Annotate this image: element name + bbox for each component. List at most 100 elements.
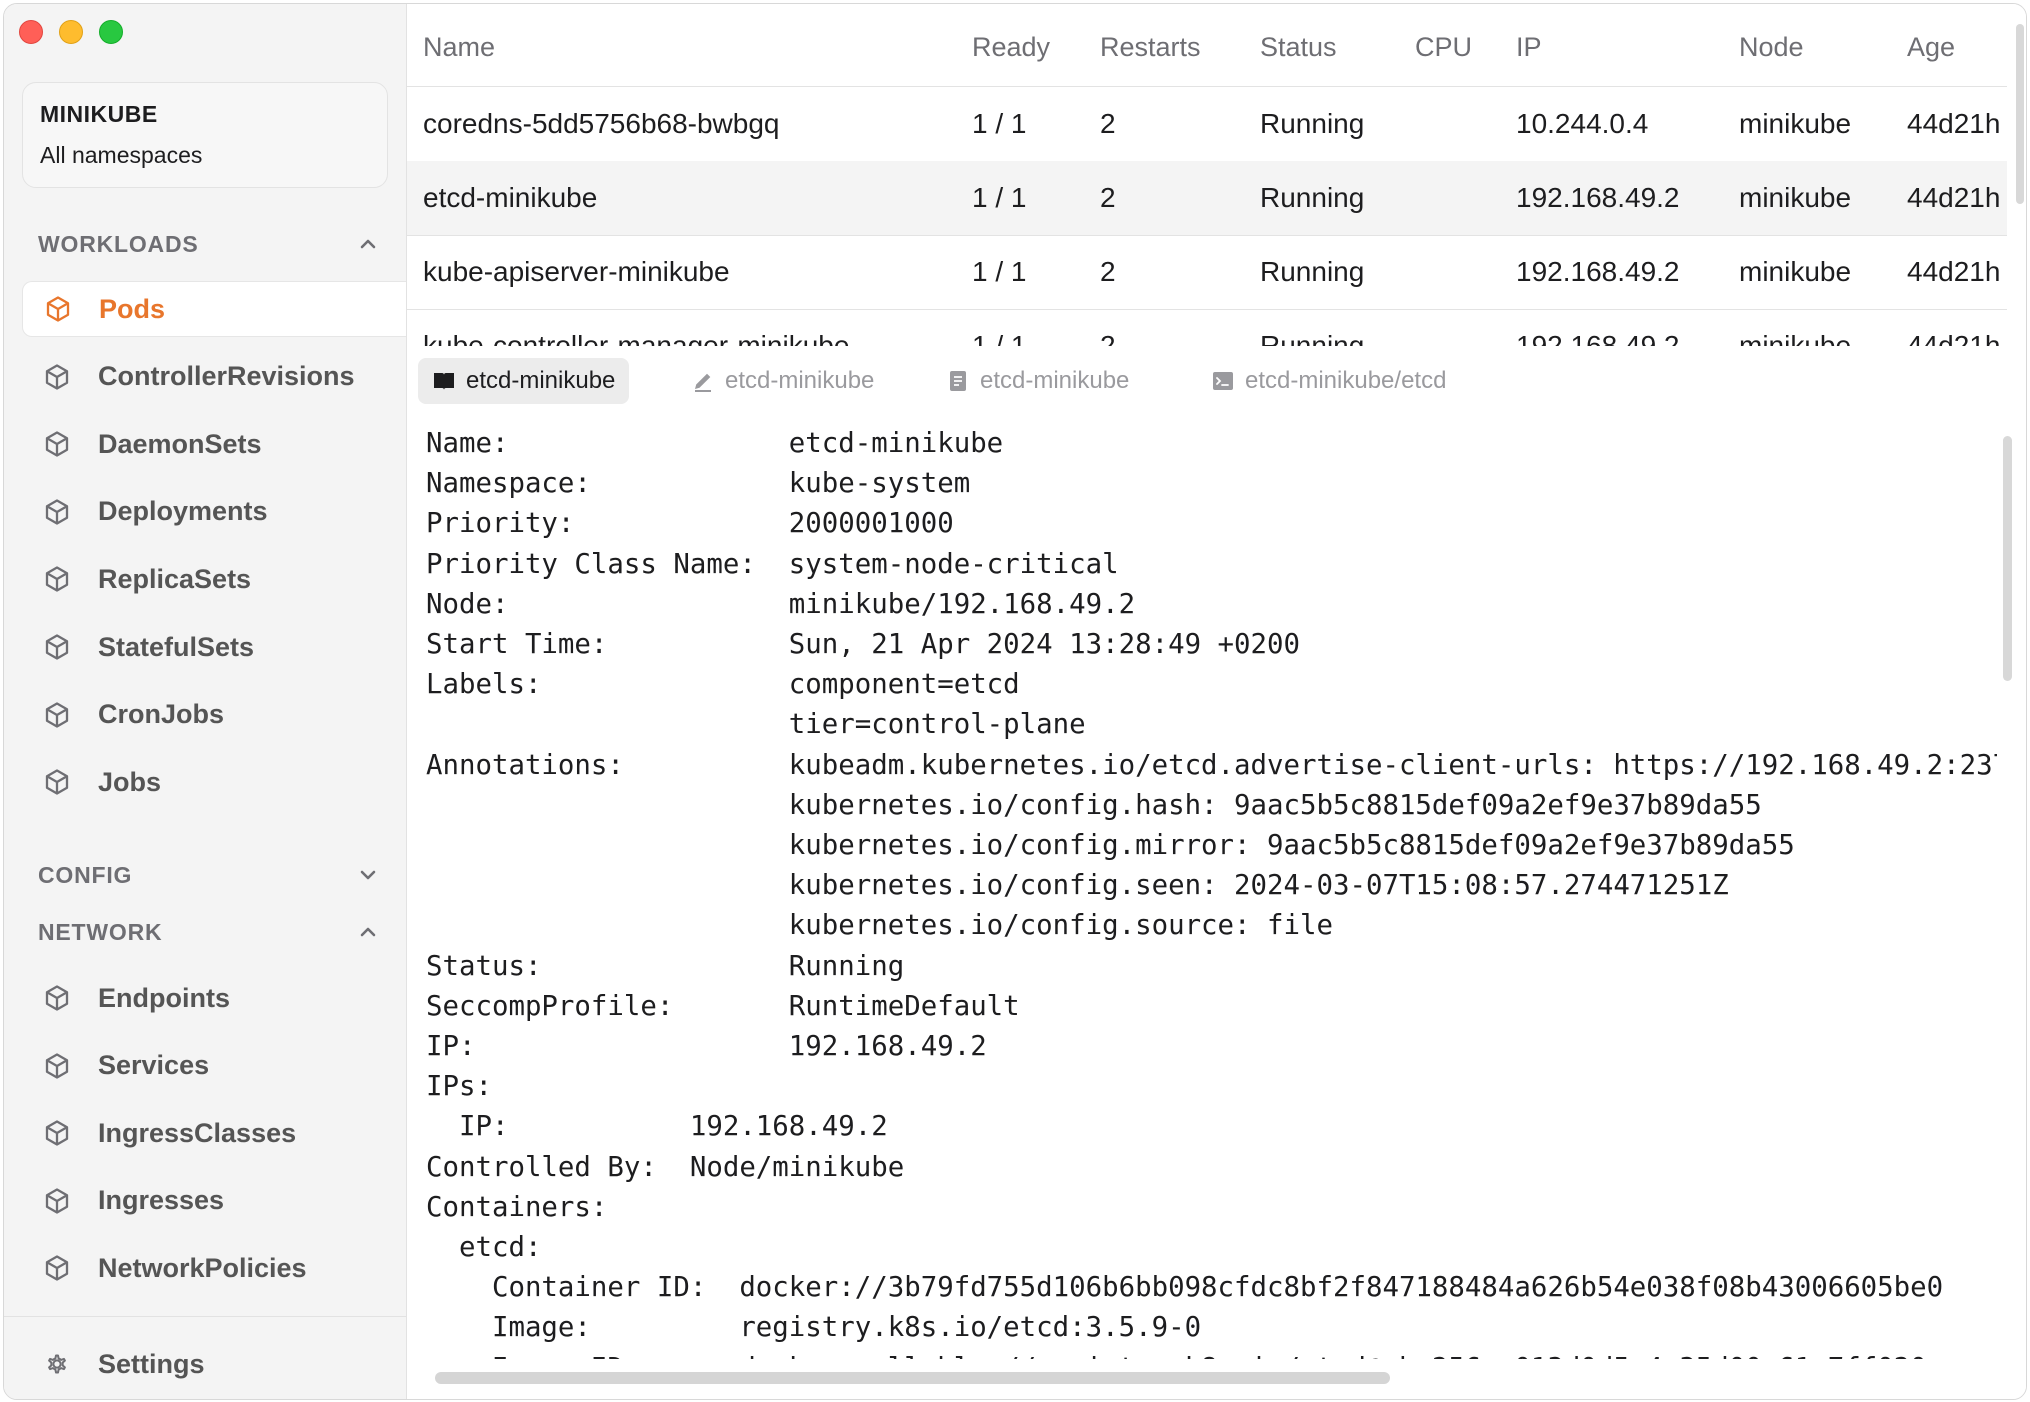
cell-age: 44d21h — [1907, 330, 2001, 346]
tab-label: etcd-minikube — [980, 367, 1130, 394]
cell-status: Running — [1260, 330, 1365, 346]
sidebar-item-statefulsets[interactable]: StatefulSets — [22, 619, 406, 675]
cell-node: minikube — [1739, 256, 1852, 287]
cell-status: Running — [1260, 108, 1365, 139]
cell-restarts: 2 — [1100, 108, 1116, 139]
cube-icon — [42, 1253, 72, 1283]
sidebar-item-daemonsets[interactable]: DaemonSets — [22, 416, 406, 472]
column-header-age[interactable]: Age — [1907, 32, 1955, 63]
table-header: Name Ready Restarts Status CPU IP Node Age — [407, 4, 2007, 87]
section-network[interactable]: NETWORK — [38, 917, 380, 947]
sidebar-item-endpoints[interactable]: Endpoints — [22, 970, 406, 1026]
sidebar-item-label: Services — [98, 1050, 210, 1081]
sidebar-item-controllerrevisions[interactable]: ControllerRevisions — [22, 349, 406, 405]
sidebar-item-jobs[interactable]: Jobs — [22, 754, 406, 810]
main-panel: Name Ready Restarts Status CPU IP Node Age core… — [407, 4, 2026, 1399]
sidebar-item-deployments[interactable]: Deployments — [22, 484, 406, 540]
cell-age: 44d21h — [1907, 108, 2001, 139]
column-header-status[interactable]: Status — [1260, 32, 1337, 63]
sidebar-item-cronjobs[interactable]: CronJobs — [22, 687, 406, 743]
cell-name: kube-apiserver-minikube — [423, 256, 730, 287]
describe-output: Name: etcd-minikube Namespace: kube-syst… — [407, 424, 1997, 1359]
cell-ip: 192.168.49.2 — [1516, 256, 1680, 287]
tab-label: etcd-minikube — [466, 367, 616, 394]
gear-icon — [42, 1349, 72, 1379]
tab-terminal[interactable]: etcd-minikube/etcd — [1197, 358, 1460, 404]
describe-vertical-scrollbar[interactable] — [2003, 436, 2012, 681]
pods-table: Name Ready Restarts Status CPU IP Node Age core… — [407, 4, 2026, 346]
cell-ip: 10.244.0.4 — [1516, 108, 1649, 139]
terminal-icon — [1211, 369, 1235, 393]
column-header-name[interactable]: Name — [423, 32, 495, 63]
tab-document[interactable]: etcd-minikube — [932, 358, 1143, 404]
column-header-ready[interactable]: Ready — [972, 32, 1050, 63]
section-config[interactable]: CONFIG — [38, 860, 380, 890]
app-window: MINIKUBE All namespaces WORKLOADS Pods Co… — [3, 3, 2027, 1400]
chevron-up-icon[interactable] — [356, 232, 380, 256]
sidebar-item-ingressclasses[interactable]: IngressClasses — [22, 1105, 406, 1161]
cluster-selector[interactable]: MINIKUBE All namespaces — [22, 82, 388, 188]
column-header-restarts[interactable]: Restarts — [1100, 32, 1201, 63]
describe-text: Name: etcd-minikube Namespace: kube-syst… — [426, 428, 1997, 1359]
cell-ready: 1 / 1 — [972, 108, 1027, 139]
tab-label: etcd-minikube/etcd — [1245, 367, 1447, 394]
cell-name: etcd-minikube — [423, 182, 598, 213]
sidebar-item-label: Pods — [99, 293, 166, 324]
sidebar-item-pods[interactable]: Pods — [22, 281, 406, 337]
column-header-ip[interactable]: IP — [1516, 32, 1542, 63]
table-row[interactable]: coredns-5dd5756b68-bwbgq 1 / 1 2 Running 10.… — [407, 87, 2007, 162]
cube-icon — [42, 767, 72, 797]
sidebar-item-ingresses[interactable]: Ingresses — [22, 1173, 406, 1229]
describe-horizontal-scrollbar[interactable] — [435, 1372, 1390, 1384]
table-row[interactable]: etcd-minikube 1 / 1 2 Running 192.168.49.2 mi… — [407, 161, 2007, 236]
cell-name: kube-controller-manager-minikube — [423, 330, 850, 346]
sidebar-item-label: StatefulSets — [98, 631, 255, 662]
maximize-window-button[interactable] — [99, 20, 123, 44]
cell-name: coredns-5dd5756b68-bwbgq — [423, 108, 780, 139]
section-network-label: NETWORK — [38, 918, 163, 945]
sidebar-item-label: Ingresses — [98, 1185, 225, 1216]
table-row[interactable]: kube-apiserver-minikube 1 / 1 2 Running 192.… — [407, 235, 2007, 310]
sidebar-item-label: NetworkPolicies — [98, 1252, 307, 1283]
cell-restarts: 2 — [1100, 256, 1116, 287]
close-window-button[interactable] — [19, 20, 43, 44]
sidebar: MINIKUBE All namespaces WORKLOADS Pods Co… — [4, 4, 407, 1399]
tab-pencil[interactable]: etcd-minikube — [677, 358, 888, 404]
cube-icon — [42, 497, 72, 527]
cell-node: minikube — [1739, 330, 1852, 346]
sidebar-item-settings[interactable]: Settings — [22, 1336, 406, 1392]
sidebar-item-label: DaemonSets — [98, 428, 262, 459]
cell-ready: 1 / 1 — [972, 256, 1027, 287]
table-row[interactable]: kube-controller-manager-minikube 1 / 1 2 Ru… — [407, 309, 2007, 346]
cell-restarts: 2 — [1100, 330, 1116, 346]
cube-icon — [43, 294, 73, 324]
cube-icon — [42, 362, 72, 392]
cell-age: 44d21h — [1907, 182, 2001, 213]
cell-ip: 192.168.49.2 — [1516, 182, 1680, 213]
column-header-node[interactable]: Node — [1739, 32, 1804, 63]
section-workloads[interactable]: WORKLOADS — [38, 229, 380, 259]
cell-node: minikube — [1739, 182, 1852, 213]
column-header-cpu[interactable]: CPU — [1415, 32, 1472, 63]
cube-icon — [42, 429, 72, 459]
chevron-down-icon[interactable] — [356, 863, 380, 887]
minimize-window-button[interactable] — [59, 20, 83, 44]
document-icon — [946, 369, 970, 393]
namespace-selector[interactable]: All namespaces — [40, 142, 370, 169]
sidebar-item-label: Jobs — [98, 766, 162, 797]
section-workloads-label: WORKLOADS — [38, 230, 199, 257]
sidebar-item-networkpolicies[interactable]: NetworkPolicies — [22, 1240, 406, 1296]
cube-icon — [42, 1118, 72, 1148]
cell-ready: 1 / 1 — [972, 182, 1027, 213]
cube-icon — [42, 1186, 72, 1216]
sidebar-item-label: CronJobs — [98, 699, 225, 730]
tab-book[interactable]: etcd-minikube — [418, 358, 630, 404]
chevron-up-icon[interactable] — [356, 920, 380, 944]
sidebar-item-replicasets[interactable]: ReplicaSets — [22, 551, 406, 607]
table-scrollbar[interactable] — [2016, 24, 2024, 204]
window-controls — [19, 20, 123, 44]
sidebar-item-services[interactable]: Services — [22, 1038, 406, 1094]
cell-restarts: 2 — [1100, 182, 1116, 213]
sidebar-item-label: Settings — [98, 1348, 205, 1379]
sidebar-item-label: ReplicaSets — [98, 563, 252, 594]
